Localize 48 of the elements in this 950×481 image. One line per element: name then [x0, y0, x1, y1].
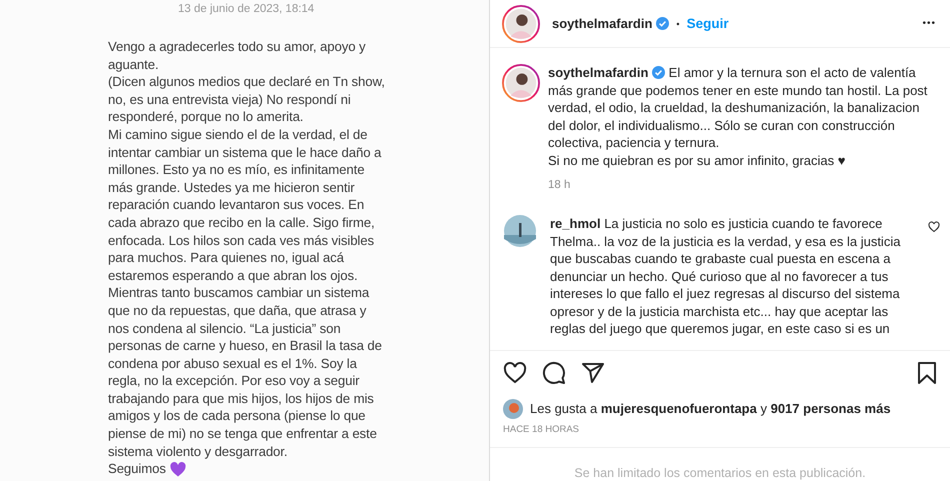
note-line: responderé, porque no lo amerita.: [108, 108, 304, 126]
avatar[interactable]: [502, 4, 540, 42]
note-line: estaremos esperando a que abran los ojos.: [108, 266, 359, 284]
bookmark-icon[interactable]: [916, 360, 938, 384]
username-link[interactable]: mujeresquenofuerontapa: [600, 401, 757, 416]
note-line: Mi camino sigue siendo el de la verdad, el de: [108, 126, 368, 144]
username-link[interactable]: soythelmafardin: [548, 65, 648, 80]
note-line: Seguimos: [108, 460, 166, 478]
note-line: regla, no la excepción. Por eso voy a seguir: [108, 372, 360, 390]
note-line: reparación cuando levantaron sus voces. En: [108, 196, 366, 214]
post-timestamp: HACE 18 HORAS: [502, 422, 580, 434]
note-line: no, es una entrevista vieja) No respondí ni: [108, 90, 352, 108]
note-line: (Dicen algunos medios que declaré en Tn show,: [108, 73, 386, 91]
comments-limited-notice: Se han limitado los comentarios en esta publicación.: [490, 446, 950, 480]
note-line: piense de mi) no se tenga que enfrentar a este: [108, 425, 378, 443]
caption-text: Si no me quiebran es por su amor infinito, gracias ♥: [548, 152, 846, 169]
note-line: sistema violento y desgarrador.: [108, 442, 288, 460]
note-line: aguante.: [108, 56, 160, 74]
username-link[interactable]: soythelmafardin: [552, 16, 652, 31]
heart-icon: [170, 462, 186, 477]
note-line: trabajando para que mis hijos, los hijos de mis: [108, 390, 375, 408]
avatar[interactable]: [502, 64, 540, 102]
like-heart-icon[interactable]: [928, 221, 940, 233]
note-line: personas de carne y hueso, en Brasil la tasa de: [108, 337, 383, 355]
note-line: para muchos. Para quienes no, igual acá: [108, 249, 345, 267]
note-line: millones. Esto ya no es mío, es infinitamente: [108, 161, 366, 179]
note-line: que no da repuestas, que daña, que atrasa y: [108, 302, 368, 320]
note-line: cada abrazo que recibo en la calle. Sigo firme,: [108, 214, 376, 232]
avatar[interactable]: [504, 215, 536, 247]
caption-text: soythelmafardin El amor y la ternura son el acto de valentía más grande que podemos tener en este mundo tan hostil. La post verdad, el odio, la crueldad, la deshumanización, la banalizacion del dolor, el individualismo... Sólo se curan con construcción colectiva, paciencia y ternura.: [548, 64, 928, 152]
send-icon[interactable]: [581, 360, 605, 384]
note-line: intentar cambiar un sistema que le hace daño a: [108, 144, 382, 162]
note-line: amigos y los de cada persona (piense lo que: [108, 407, 366, 426]
note-line: Vengo a agradecerles todo su amor, apoyo y: [108, 38, 367, 56]
note-line: condena por abuso sexual es el 1%. Soy la: [108, 354, 358, 372]
note-line: Mientras tanto buscamos cambiar un sistema: [108, 284, 370, 302]
note-date: 13 de junio de 2023, 18:14: [178, 2, 316, 16]
username-link[interactable]: re_hmol: [550, 216, 601, 231]
likes-summary: Les gusta a mujeresquenofuerontapa y 9017 personas más: [530, 401, 891, 416]
note-line: enfocada. Los hilos son cada ves más visibles: [108, 232, 375, 250]
comment-icon[interactable]: [542, 360, 566, 384]
separator-dot: •: [676, 18, 680, 28]
post-time: 18 h: [548, 179, 572, 191]
note-line: nos condena al silencio. “La justicia” son: [108, 320, 342, 338]
note-line: más grande. Ustedes ya me hicieron sentir: [108, 178, 356, 196]
like-icon[interactable]: [503, 360, 527, 384]
more-options-button[interactable]: •••: [922, 18, 936, 29]
comment-text: re_hmol La justicia no solo es justicia cuando te favorece Thelma.. la voz de la justicia es la verdad, y esa es la justicia que buscabas cuando te grabaste cual puesta en escena a denunciar un hecho. Qué curioso que al no favorecer a tus intereses lo que fallo el juez regresas al discurso del sistema opresor y de la justicia marchista etc... hay que aceptar las reglas del juego que queremos jugar, en este caso si es un: [550, 215, 902, 338]
